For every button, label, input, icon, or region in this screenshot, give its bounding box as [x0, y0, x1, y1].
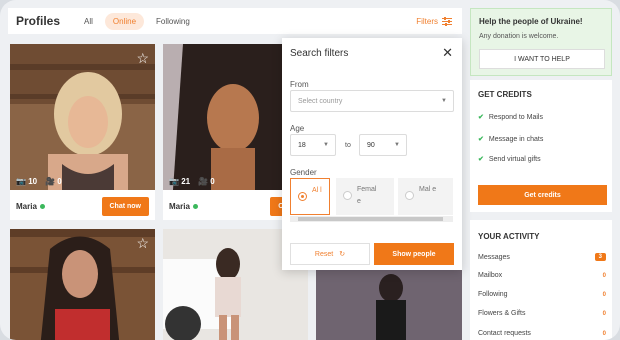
- profile-card[interactable]: [316, 270, 462, 340]
- tab-all[interactable]: All: [76, 13, 101, 30]
- reset-button[interactable]: Reset ↻: [290, 243, 370, 265]
- media-counts: 📷 21 🎥 0: [169, 177, 215, 186]
- count-value: 0: [602, 330, 606, 337]
- tab-online[interactable]: Online: [104, 12, 145, 30]
- filters-label: Filters: [416, 16, 438, 26]
- count-value: 0: [602, 310, 606, 317]
- activity-row-flowers-gifts[interactable]: Flowers & Gifts 0: [478, 310, 606, 317]
- chevron-down-icon: ▼: [394, 142, 400, 148]
- activity-row-following[interactable]: Following 0: [478, 291, 606, 298]
- check-icon: ✔: [478, 114, 484, 121]
- profile-photo[interactable]: ☆ 📷 10 🎥 0: [10, 44, 155, 190]
- page-title: Profiles: [16, 14, 61, 28]
- activity-row-contact-requests[interactable]: Contact requests 0: [478, 330, 606, 337]
- profile-photo[interactable]: [316, 270, 462, 340]
- gender-option-male[interactable]: Mal e: [398, 178, 453, 215]
- get-credits-button[interactable]: Get credits: [478, 185, 607, 205]
- your-activity-box: YOUR ACTIVITY Messages 3 Mailbox 0 Follo…: [470, 220, 612, 340]
- gender-option-all[interactable]: Al l: [290, 178, 330, 215]
- check-icon: ✔: [478, 156, 484, 163]
- radio-icon: [298, 192, 307, 201]
- donation-heading: Help the people of Ukraine!: [479, 17, 583, 26]
- radio-icon: [405, 191, 414, 200]
- favorite-star-icon[interactable]: ☆: [136, 235, 149, 252]
- media-counts: 📷 10 🎥 0: [16, 177, 62, 186]
- profile-name[interactable]: Maria: [169, 202, 190, 211]
- profile-card[interactable]: ☆ 📷 10 🎥 0 Maria Chat now: [10, 44, 155, 220]
- activity-row-mailbox[interactable]: Mailbox 0: [478, 272, 606, 279]
- activity-title: YOUR ACTIVITY: [478, 232, 540, 241]
- profiles-header: Profiles All Online Following Filters: [8, 8, 462, 34]
- donation-subtext: Any donation is welcome.: [479, 33, 559, 40]
- country-select[interactable]: Select country ▼: [290, 90, 454, 112]
- check-icon: ✔: [478, 136, 484, 143]
- country-placeholder: Select country: [298, 97, 343, 105]
- favorite-star-icon[interactable]: ☆: [136, 50, 149, 67]
- profile-photo[interactable]: ☆: [10, 229, 155, 340]
- age-label: Age: [290, 124, 305, 133]
- count-value: 0: [602, 272, 606, 279]
- filters-button[interactable]: Filters: [416, 16, 452, 26]
- activity-row-messages[interactable]: Messages 3: [478, 253, 606, 261]
- gender-option-label: Al l: [312, 187, 322, 194]
- count-badge: 3: [594, 253, 606, 261]
- panel-title: Search filters: [290, 48, 349, 59]
- count-value: 0: [602, 291, 606, 298]
- reset-label: Reset: [314, 250, 334, 258]
- credit-benefit-item: ✔ Send virtual gifts: [478, 155, 541, 164]
- photo-count: 📷 10: [16, 177, 38, 186]
- photo-count: 📷 21: [169, 177, 191, 186]
- online-indicator: [192, 203, 198, 209]
- gender-label: Gender: [290, 168, 317, 177]
- video-count: 🎥 0: [45, 177, 62, 186]
- app-frame: Profiles All Online Following Filters ☆ …: [0, 0, 620, 340]
- age-to-value: 90: [367, 141, 375, 149]
- profile-card[interactable]: ☆: [10, 229, 155, 340]
- card-footer: Maria Chat now: [10, 192, 155, 220]
- profile-name[interactable]: Maria: [16, 202, 37, 211]
- gender-scrollbar[interactable]: [290, 216, 453, 222]
- credit-benefit-item: ✔ Respond to Mails: [478, 113, 543, 122]
- online-indicator: [39, 203, 45, 209]
- gender-options: Al l Femal e Mal e: [290, 178, 453, 216]
- refresh-icon: ↻: [339, 251, 346, 258]
- chevron-down-icon: ▼: [323, 142, 329, 148]
- get-credits-box: GET CREDITS ✔ Respond to Mails ✔ Message…: [470, 80, 612, 212]
- scrollbar-thumb[interactable]: [298, 217, 443, 221]
- show-people-button[interactable]: Show people: [374, 243, 454, 265]
- from-label: From: [290, 80, 309, 89]
- search-filters-panel: Search filters ✕ From Select country ▼ A…: [282, 38, 462, 270]
- age-from-value: 18: [298, 141, 306, 149]
- sliders-icon: [442, 16, 452, 26]
- chevron-down-icon: ▼: [441, 98, 447, 104]
- tab-following[interactable]: Following: [148, 13, 198, 30]
- radio-icon: [343, 191, 352, 200]
- credits-title: GET CREDITS: [478, 90, 532, 99]
- age-to-select[interactable]: 90 ▼: [359, 134, 407, 156]
- age-from-select[interactable]: 18 ▼: [290, 134, 336, 156]
- donate-button[interactable]: I WANT TO HELP: [479, 49, 605, 69]
- close-icon[interactable]: ✕: [442, 45, 453, 61]
- gender-option-label: Mal e: [419, 186, 437, 193]
- video-count: 🎥 0: [198, 177, 215, 186]
- gender-option-label: Femal e: [357, 186, 377, 205]
- chat-now-button[interactable]: Chat now: [101, 196, 149, 216]
- age-to-label: to: [345, 142, 351, 149]
- gender-option-female[interactable]: Femal e: [336, 178, 394, 215]
- donation-box: Help the people of Ukraine! Any donation…: [470, 8, 612, 76]
- credit-benefit-item: ✔ Message in chats: [478, 135, 544, 144]
